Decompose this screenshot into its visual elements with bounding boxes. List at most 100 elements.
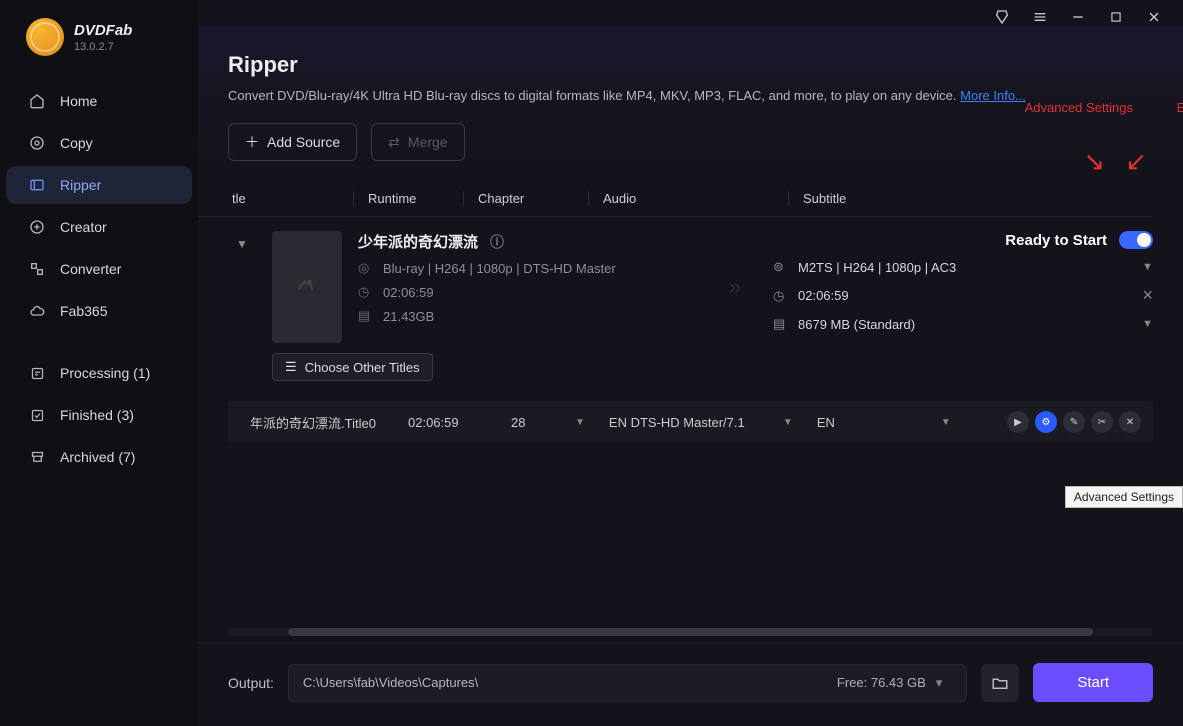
subrow-subtitle: EN xyxy=(807,415,927,430)
subrow-chapter: 28 xyxy=(501,415,561,430)
browse-folder-button[interactable] xyxy=(981,664,1019,702)
edit-button[interactable]: ✎ xyxy=(1063,411,1085,433)
sidebar-item-finished[interactable]: Finished (3) xyxy=(6,396,192,434)
storage-icon: ▤ xyxy=(358,308,373,324)
output-path-field[interactable]: C:\Users\fab\Videos\Captures\ Free: 76.4… xyxy=(288,664,967,702)
subtitle-dropdown[interactable]: ▼ xyxy=(935,417,957,428)
col-runtime: Runtime xyxy=(353,191,463,206)
play-button[interactable]: ▶ xyxy=(1007,411,1029,433)
info-icon[interactable]: ⓘ xyxy=(490,232,504,252)
choose-other-titles-button[interactable]: ☰ Choose Other Titles xyxy=(272,353,433,381)
clock-icon: ◷ xyxy=(773,288,788,304)
home-icon xyxy=(28,92,46,110)
plus-icon: ＋ xyxy=(245,132,259,152)
cloud-icon xyxy=(28,302,46,320)
clock-icon: ◷ xyxy=(358,284,373,300)
sidebar-item-label: Fab365 xyxy=(60,303,107,319)
logo-icon xyxy=(26,18,64,56)
chapter-dropdown[interactable]: ▼ xyxy=(569,417,591,428)
item-title: 少年派的奇幻漂流 xyxy=(358,231,478,252)
sidebar-item-home[interactable]: Home xyxy=(6,82,192,120)
source-runtime: 02:06:59 xyxy=(383,285,434,300)
table-header: tle Runtime Chapter Audio Subtitle xyxy=(198,181,1153,217)
output-path: C:\Users\fab\Videos\Captures\ xyxy=(303,675,478,690)
sidebar-item-label: Processing (1) xyxy=(60,365,150,381)
free-space: Free: 76.43 GB xyxy=(837,675,926,690)
remove-item-button[interactable]: × xyxy=(1142,285,1153,306)
source-size: 21.43GB xyxy=(383,309,434,324)
expand-toggle[interactable]: ▼ xyxy=(228,231,256,343)
theme-icon[interactable] xyxy=(993,8,1011,26)
merge-button[interactable]: ⇄ Merge xyxy=(371,123,464,161)
col-audio: Audio xyxy=(588,191,788,206)
title-row: 年派的奇幻漂流.Title0 02:06:59 28 ▼ EN DTS-HD M… xyxy=(228,401,1153,443)
main-panel: Ripper Convert DVD/Blu-ray/4K Ultra HD B… xyxy=(198,0,1183,726)
add-source-button[interactable]: ＋ Add Source xyxy=(228,123,357,161)
minimize-icon[interactable] xyxy=(1069,8,1087,26)
converter-icon xyxy=(28,260,46,278)
col-chapter: Chapter xyxy=(463,191,588,206)
output-label: Output: xyxy=(228,675,274,691)
col-subtitle: Subtitle xyxy=(788,191,973,206)
sidebar: DVDFab 13.0.2.7 Home Copy Ripper Creator xyxy=(0,0,198,726)
sidebar-item-converter[interactable]: Converter xyxy=(6,250,192,288)
advanced-settings-button[interactable]: ⚙ xyxy=(1035,411,1057,433)
subrow-audio: EN DTS-HD Master/7.1 xyxy=(599,415,769,430)
ready-toggle[interactable] xyxy=(1119,231,1153,249)
sidebar-item-fab365[interactable]: Fab365 xyxy=(6,292,192,330)
ripper-icon xyxy=(28,176,46,194)
start-button[interactable]: Start xyxy=(1033,663,1153,702)
subrow-runtime: 02:06:59 xyxy=(398,415,493,430)
close-icon[interactable] xyxy=(1145,8,1163,26)
finished-icon xyxy=(28,406,46,424)
copy-icon xyxy=(28,134,46,152)
brand-name: DVDFab xyxy=(74,22,132,39)
app-version: 13.0.2.7 xyxy=(74,41,132,53)
merge-icon: ⇄ xyxy=(388,134,400,151)
page-subtitle: Convert DVD/Blu-ray/4K Ultra HD Blu-ray … xyxy=(228,88,1153,103)
format-icon: ⊚ xyxy=(773,259,788,275)
archive-icon xyxy=(28,448,46,466)
subrow-title: 年派的奇幻漂流.Title0 xyxy=(240,413,390,432)
maximize-icon[interactable] xyxy=(1107,8,1125,26)
sidebar-item-label: Ripper xyxy=(60,177,101,193)
crop-button[interactable]: ✂ xyxy=(1091,411,1113,433)
audio-dropdown[interactable]: ▼ xyxy=(777,417,799,428)
disc-icon: ◎ xyxy=(358,260,373,276)
sidebar-item-archived[interactable]: Archived (7) xyxy=(6,438,192,476)
sidebar-item-label: Finished (3) xyxy=(60,407,134,423)
source-item: ▼ 少年派的奇幻漂流 ⓘ ◎ Blu-ray | H264 | 1080p | D… xyxy=(228,231,1153,381)
thumbnail xyxy=(272,231,342,343)
sidebar-item-label: Home xyxy=(60,93,97,109)
horizontal-scrollbar[interactable] xyxy=(228,628,1153,636)
path-dropdown[interactable]: ▾ xyxy=(926,675,953,691)
arrow-right-icon: » xyxy=(713,274,757,300)
window-controls xyxy=(198,0,1183,26)
list-icon: ☰ xyxy=(285,359,297,375)
tooltip: Advanced Settings xyxy=(1065,486,1183,508)
more-info-link[interactable]: More Info... xyxy=(960,88,1026,103)
source-format: Blu-ray | H264 | 1080p | DTS-HD Master xyxy=(383,261,616,276)
col-title: tle xyxy=(198,191,353,206)
sidebar-item-label: Copy xyxy=(60,135,93,151)
footer-bar: Output: C:\Users\fab\Videos\Captures\ Fr… xyxy=(198,642,1183,726)
output-format: M2TS | H264 | 1080p | AC3 xyxy=(798,260,956,275)
output-runtime: 02:06:59 xyxy=(798,288,849,303)
delete-button[interactable]: ✕ xyxy=(1119,411,1141,433)
sidebar-item-copy[interactable]: Copy xyxy=(6,124,192,162)
menu-icon[interactable] xyxy=(1031,8,1049,26)
sidebar-item-ripper[interactable]: Ripper xyxy=(6,166,192,204)
sidebar-item-label: Creator xyxy=(60,219,107,235)
output-size: 8679 MB (Standard) xyxy=(798,317,915,332)
format-dropdown[interactable]: ▼ xyxy=(1142,261,1153,273)
ready-label: Ready to Start xyxy=(1005,232,1107,249)
page-title: Ripper xyxy=(228,52,1153,78)
sidebar-item-label: Converter xyxy=(60,261,121,277)
app-logo: DVDFab 13.0.2.7 xyxy=(0,18,198,76)
storage-icon: ▤ xyxy=(773,316,788,332)
processing-icon xyxy=(28,364,46,382)
sidebar-item-processing[interactable]: Processing (1) xyxy=(6,354,192,392)
sidebar-item-creator[interactable]: Creator xyxy=(6,208,192,246)
sidebar-item-label: Archived (7) xyxy=(60,449,135,465)
size-dropdown[interactable]: ▼ xyxy=(1142,318,1153,330)
